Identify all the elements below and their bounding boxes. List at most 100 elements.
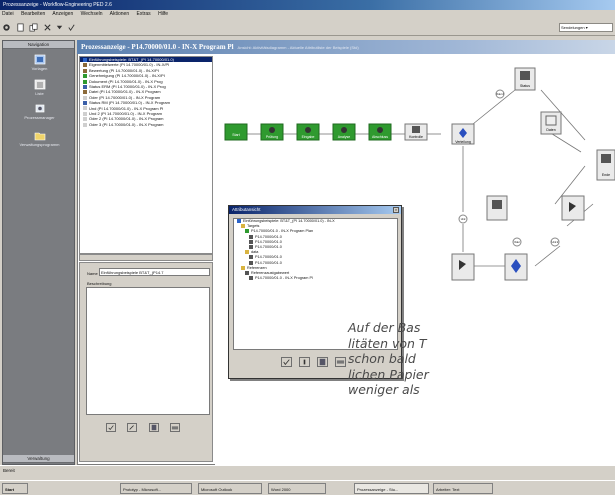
main-title: Prozessanzeige - P14.70000/01.0 - IN-X P…	[81, 43, 234, 51]
menu-extras[interactable]: Extras	[137, 11, 151, 17]
workflow-node-task[interactable]	[561, 195, 585, 221]
node-label: Eingabe	[302, 135, 315, 139]
caption-line: litäten von T	[348, 335, 427, 351]
workflow-node-eingabe[interactable]: Eingabe	[296, 123, 320, 141]
workflow-node-ende[interactable]: Ende	[596, 149, 615, 181]
start-button[interactable]: Start	[2, 483, 28, 494]
description-label: Beschreibung	[87, 281, 112, 286]
navigation-footer[interactable]: Verwaltung	[3, 455, 74, 463]
gate-label: Und 2	[552, 241, 559, 244]
menu-wechseln[interactable]: Wechseln	[81, 11, 103, 17]
workflow-node-daten[interactable]: Daten	[540, 111, 562, 135]
settings-icon[interactable]	[2, 23, 11, 32]
status-text: Bereit	[3, 468, 15, 473]
main-subtitle: Ansicht: Aktivitätsdiagramm - Aktuelle A…	[237, 45, 359, 50]
print-icon	[171, 426, 179, 430]
workflow-node-start[interactable]: Start	[224, 123, 248, 141]
edit-button[interactable]	[127, 423, 137, 432]
name-label: Name	[87, 271, 98, 276]
dialog-apply-button[interactable]	[281, 357, 292, 367]
dialog-title: Attributansicht	[229, 206, 401, 214]
templates-icon	[34, 54, 45, 65]
nav-item-label: Vorlagen	[31, 66, 48, 71]
tree-row[interactable]: P14.70000/01.0 - IN-X Program Pl	[234, 276, 397, 281]
delete-icon[interactable]	[43, 23, 52, 32]
apply-button[interactable]	[106, 423, 116, 432]
tree-scrollbar[interactable]	[79, 254, 213, 261]
gate-label: Oder 2	[496, 93, 504, 96]
nav-item-verwaltungsprogramm[interactable]: Verwaltungsprogramm	[3, 130, 76, 147]
description-field[interactable]	[86, 287, 210, 415]
menu-aktionen[interactable]: Aktionen	[110, 11, 129, 17]
node-label: Prüfung	[266, 135, 278, 139]
workflow-node-kontrolle[interactable]: Kontrolle	[404, 123, 428, 141]
node-label: Start	[232, 133, 239, 137]
workflow-node-pruefung[interactable]: Prüfung	[260, 123, 284, 141]
copy-icon[interactable]	[29, 23, 38, 32]
navigation-header: Navigation	[3, 41, 74, 49]
toolbar: Sendelungen ▾	[0, 19, 615, 36]
workflow-gate[interactable]: Oder	[512, 237, 522, 247]
apply-icon	[108, 425, 114, 431]
workflow-node-task[interactable]	[486, 195, 508, 221]
taskbar-item[interactable]: Prototyp - Microsoft...	[120, 483, 192, 494]
caption-line: lichen Papier	[348, 366, 429, 382]
main-titlebar: Prozessanzeige - P14.70000/01.0 - IN-X P…	[77, 40, 615, 54]
name-field[interactable]: Einführungsbeispiele BT&T_(P14.7	[99, 268, 210, 276]
dialog-print-button[interactable]	[335, 357, 346, 367]
tree-row[interactable]: Oder 3 (PI 14.70000/01.0) - IN-X Program	[80, 122, 212, 127]
print-button[interactable]	[170, 423, 180, 432]
save-button[interactable]	[149, 423, 159, 432]
list-icon	[34, 79, 45, 90]
workflow-gate[interactable]: Und 2	[550, 237, 560, 247]
menu-hilfe[interactable]: Hilfe	[158, 11, 168, 17]
dialog-info-button[interactable]	[299, 357, 310, 367]
process-manager-icon	[35, 104, 44, 113]
menu-anzeigen[interactable]: Anzeigen	[52, 11, 73, 17]
workflow-gate[interactable]: Und	[458, 214, 468, 224]
dialog-close-button[interactable]: ×	[393, 207, 399, 213]
nav-item-liste[interactable]: Liste	[3, 79, 76, 96]
node-label: Abschluss	[372, 135, 388, 139]
workflow-node-verteilung[interactable]: Verteilung	[451, 123, 475, 145]
workflow-node-status[interactable]: Status	[514, 67, 536, 91]
check-icon[interactable]	[67, 23, 76, 32]
taskbar-item[interactable]: Word 2000	[268, 483, 326, 494]
menu-bearbeiten[interactable]: Bearbeiten	[21, 11, 45, 17]
window-titlebar: Prozessanzeige - Workflow-Engineering PE…	[0, 0, 615, 10]
gate-label: Und	[461, 218, 466, 221]
navigation-panel: Navigation Vorlagen Liste Prozessmanager…	[2, 40, 75, 465]
taskbar-item[interactable]: Microsoft Outlook	[198, 483, 262, 494]
view-selector[interactable]: Sendelungen ▾	[559, 23, 613, 32]
node-label: Status	[520, 84, 530, 88]
workflow-node-analyse[interactable]: Analyse	[332, 123, 356, 141]
arrow-down-icon[interactable]	[55, 23, 64, 32]
edit-icon	[129, 425, 134, 430]
taskbar-item[interactable]: Arbeiter: Text	[433, 483, 493, 494]
caption-line: weniger als	[348, 382, 420, 397]
caption-line: schon bald	[348, 351, 416, 366]
node-label: Analyse	[338, 135, 351, 139]
info-icon	[303, 359, 306, 365]
document-icon[interactable]	[16, 23, 25, 32]
folder-icon	[34, 132, 45, 141]
gate-label: Oder	[514, 241, 520, 244]
menu-bar: Datei Bearbeiten Anzeigen Wechseln Aktio…	[0, 10, 615, 19]
dialog-save-button[interactable]	[317, 357, 328, 367]
nav-item-label: Liste	[35, 91, 44, 96]
workflow-node-task[interactable]	[504, 253, 528, 281]
save-icon	[151, 424, 157, 431]
nav-item-label: Verwaltungsprogramm	[19, 142, 60, 147]
workflow-node-abschluss[interactable]: Abschluss	[368, 123, 392, 141]
taskbar-item[interactable]: Prozessanzeige - Stu...	[354, 483, 429, 494]
nav-item-prozessmanager[interactable]: Prozessmanager	[3, 103, 76, 120]
taskbar: Start Prototyp - Microsoft... Microsoft …	[0, 480, 615, 495]
process-tree[interactable]: Einführungsbeispiele: BT&T_(PI 14.70000/…	[79, 56, 213, 254]
nav-item-vorlagen[interactable]: Vorlagen	[3, 54, 76, 71]
menu-datei[interactable]: Datei	[2, 11, 14, 17]
nav-item-label: Prozessmanager	[24, 115, 55, 120]
workflow-gate[interactable]: Oder 2	[495, 89, 505, 99]
save-icon	[319, 358, 326, 366]
node-label: Verteilung	[455, 140, 471, 144]
workflow-node-task[interactable]	[451, 253, 475, 281]
